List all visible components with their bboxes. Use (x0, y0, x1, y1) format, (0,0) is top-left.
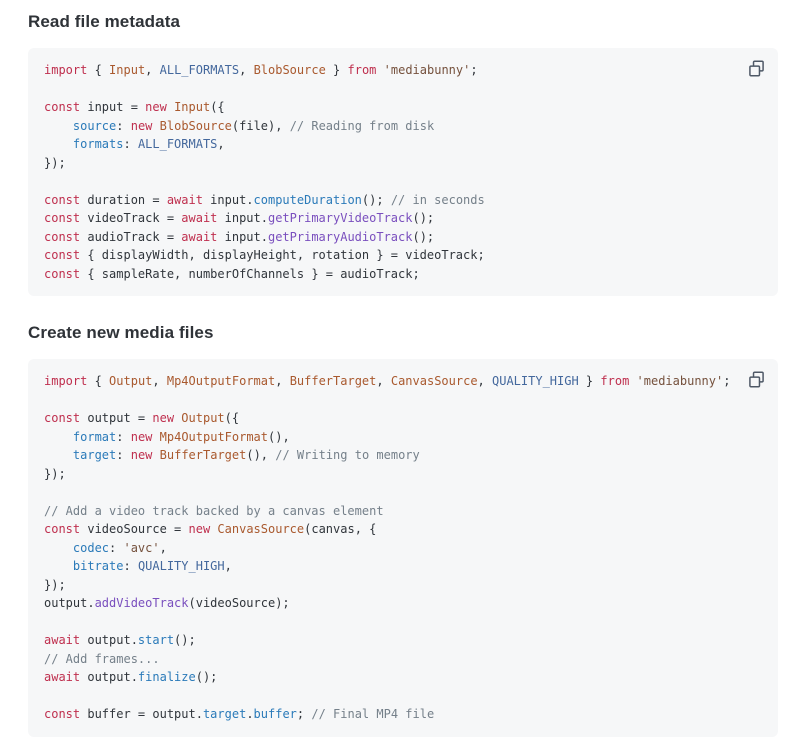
code-line: await output.finalize(); (44, 668, 762, 687)
code-line: const { sampleRate, numberOfChannels } =… (44, 265, 762, 284)
code-line: const buffer = output.target.buffer; // … (44, 705, 762, 724)
code-line: const duration = await input.computeDura… (44, 191, 762, 210)
code-line: formats: ALL_FORMATS, (44, 135, 762, 154)
code-line: const { displayWidth, displayHeight, rot… (44, 246, 762, 265)
code-line: // Add frames... (44, 650, 762, 669)
section-create-new-media-files: Create new media files import { Output, … (28, 323, 778, 737)
code-content: import { Output, Mp4OutputFormat, Buffer… (44, 372, 762, 724)
docs-page: Read file metadata import { Input, ALL_F… (0, 0, 800, 747)
code-line (44, 172, 762, 191)
code-line: codec: 'avc', (44, 539, 762, 558)
code-line: }); (44, 465, 762, 484)
copy-code-button[interactable] (745, 57, 767, 79)
code-line: import { Input, ALL_FORMATS, BlobSource … (44, 61, 762, 80)
copy-icon (748, 60, 765, 77)
code-block: import { Output, Mp4OutputFormat, Buffer… (28, 359, 778, 737)
code-line: const videoTrack = await input.getPrimar… (44, 209, 762, 228)
code-line: import { Output, Mp4OutputFormat, Buffer… (44, 372, 762, 391)
code-line: format: new Mp4OutputFormat(), (44, 428, 762, 447)
code-line (44, 483, 762, 502)
section-heading: Read file metadata (28, 12, 778, 32)
code-line (44, 613, 762, 632)
code-line: }); (44, 576, 762, 595)
copy-icon (748, 371, 765, 388)
copy-code-button[interactable] (745, 368, 767, 390)
code-block: import { Input, ALL_FORMATS, BlobSource … (28, 48, 778, 296)
code-line: const audioTrack = await input.getPrimar… (44, 228, 762, 247)
code-line: target: new BufferTarget(), // Writing t… (44, 446, 762, 465)
section-heading: Create new media files (28, 323, 778, 343)
code-line (44, 391, 762, 410)
code-line: // Add a video track backed by a canvas … (44, 502, 762, 521)
code-line: bitrate: QUALITY_HIGH, (44, 557, 762, 576)
code-line: const videoSource = new CanvasSource(can… (44, 520, 762, 539)
section-read-file-metadata: Read file metadata import { Input, ALL_F… (28, 12, 778, 296)
code-line: output.addVideoTrack(videoSource); (44, 594, 762, 613)
code-line: await output.start(); (44, 631, 762, 650)
code-line (44, 80, 762, 99)
code-line (44, 687, 762, 706)
code-line: const output = new Output({ (44, 409, 762, 428)
code-line: }); (44, 154, 762, 173)
code-line: source: new BlobSource(file), // Reading… (44, 117, 762, 136)
code-line: const input = new Input({ (44, 98, 762, 117)
code-content: import { Input, ALL_FORMATS, BlobSource … (44, 61, 762, 283)
